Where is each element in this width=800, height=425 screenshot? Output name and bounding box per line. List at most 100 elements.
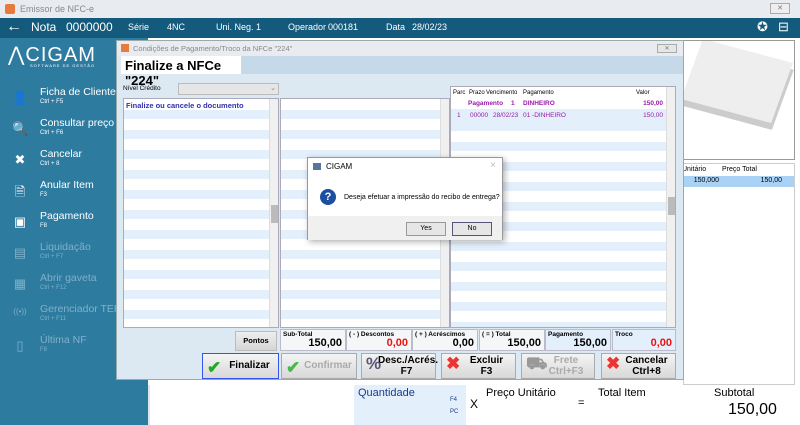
nivel-credito-select[interactable]: ⌄ <box>178 83 279 95</box>
unit-pc: PC <box>450 409 459 415</box>
group-name: DINHEIRO <box>523 100 555 107</box>
grid-header: Parc Prazo Vencimento Pagamento Valor <box>451 87 675 98</box>
list-row <box>124 250 278 260</box>
msgbox-app-icon <box>313 163 321 170</box>
list-row <box>281 300 449 310</box>
list-row <box>451 142 675 152</box>
desc-acres-button[interactable]: % Desc./Acrés. F7 <box>361 353 438 379</box>
list-row <box>451 302 675 312</box>
finalizar-button[interactable]: ✔ Finalizar <box>202 353 279 379</box>
equals-sign: = <box>578 397 585 409</box>
window-settings-icon[interactable]: ⊟ <box>778 19 789 35</box>
receipt-icon: ▯ <box>16 338 24 353</box>
dialog-title: Condições de Pagamento/Troco da NFCe "22… <box>133 44 293 53</box>
sidebar-item-shortcut: Ctrl + F5 <box>40 99 64 105</box>
group-num: 1 <box>511 100 515 107</box>
sidebar-item-shortcut: Ctrl + F7 <box>40 254 64 260</box>
no-button[interactable]: No <box>452 222 492 236</box>
subtotal-label: Subtotal <box>714 387 755 399</box>
x-icon: ✖ <box>446 354 461 373</box>
list-row <box>124 210 278 220</box>
check-icon: ✔ <box>207 358 222 377</box>
list-row <box>451 292 675 302</box>
list-row <box>451 322 675 327</box>
frete-label: Frete <box>553 355 579 366</box>
list-row <box>124 300 278 310</box>
uni-label: Uni. Neg. <box>216 22 254 32</box>
pontos-button[interactable]: Pontos <box>235 331 277 351</box>
sidebar-item-shortcut: Ctrl + 8 <box>40 161 60 167</box>
list-row <box>124 160 278 170</box>
cancelar-button[interactable]: ✖ Cancelar Ctrl+8 <box>601 353 676 379</box>
close-window-button[interactable]: ✕ <box>770 3 790 14</box>
row-venc: 28/02/23 <box>493 112 519 119</box>
scrollbar[interactable] <box>666 87 675 327</box>
list-row <box>124 310 278 320</box>
excluir-label: Excluir <box>469 355 504 366</box>
list-row <box>281 310 449 320</box>
dialog-close-button[interactable]: ✕ <box>657 44 677 53</box>
serie-value: 4NC <box>167 22 186 32</box>
window-title-bar: Emissor de NFC-e <box>0 0 800 18</box>
list-row <box>451 272 675 282</box>
troco-box: Troco 0,00 <box>612 329 676 351</box>
total-label: ( = ) Total <box>482 331 511 338</box>
excluir-button[interactable]: ✖ Excluir F3 <box>441 353 516 379</box>
tab-finalize[interactable]: Finalize a NFCe "224" <box>121 56 241 88</box>
sidebar-item-label: Última NF <box>40 334 87 346</box>
list-row <box>124 140 278 150</box>
list-row <box>451 312 675 322</box>
troco-label: Troco <box>615 331 633 338</box>
drawer-icon: ▦ <box>13 276 27 291</box>
list-row <box>124 280 278 290</box>
window-title: Emissor de NFC-e <box>20 4 95 14</box>
msgbox-text: Deseja efetuar a impressão do recibo de … <box>344 194 500 201</box>
nota-value: 000000000 <box>66 20 113 34</box>
item-unit: 150,000 <box>693 177 719 184</box>
dialog-app-icon <box>121 44 129 52</box>
group-label: Pagamento <box>468 100 504 107</box>
subtotal-box: Sub-Total 150,00 <box>280 329 346 351</box>
col-valor: Valor <box>636 90 650 96</box>
list-row <box>124 270 278 280</box>
list-row <box>124 130 278 140</box>
times-sign: X <box>470 397 479 411</box>
yes-button[interactable]: Yes <box>406 222 446 236</box>
scrollbar[interactable] <box>269 99 278 327</box>
col-total: Preço Total <box>722 166 757 173</box>
tab-band <box>241 56 683 74</box>
quantity-field[interactable]: Quantidade F4 PC <box>354 385 466 425</box>
back-arrow-icon[interactable]: ← <box>6 18 22 36</box>
row-valor: 150,00 <box>643 112 663 119</box>
dialog-title-bar: Condições de Pagamento/Troco da NFCe "22… <box>117 41 683 56</box>
items-row-selected[interactable]: 150,000 150,00 <box>684 176 794 187</box>
list-row <box>124 110 278 120</box>
sidebar-item-shortcut: Ctrl + F6 <box>40 130 64 136</box>
money-icon: ▣ <box>13 214 27 229</box>
list-row <box>124 240 278 250</box>
payment-row[interactable]: 1 00000 28/02/23 01 -DINHEIRO 150,00 <box>451 109 675 122</box>
list-row <box>124 260 278 270</box>
sidebar-item-label: Pagamento <box>40 210 94 222</box>
pagamento-value: 150,00 <box>573 337 607 349</box>
liquidation-icon: ▤ <box>13 245 27 260</box>
list-row <box>451 122 675 132</box>
list-row <box>281 120 449 130</box>
sidebar-item-label: Abrir gaveta <box>40 272 97 284</box>
list-row <box>281 260 449 270</box>
item-total: 150,00 <box>760 177 782 184</box>
list-row <box>124 290 278 300</box>
confirmar-button[interactable]: ✔ Confirmar <box>281 353 357 379</box>
frete-button[interactable]: ⛟ Frete Ctrl+F3 <box>521 353 595 379</box>
list-row <box>451 252 675 262</box>
msgbox-close-icon[interactable]: × <box>490 160 496 171</box>
subtotal-value: 150,00 <box>728 401 777 418</box>
question-icon: ? <box>320 189 336 205</box>
total-value: 150,00 <box>507 337 541 349</box>
favorites-star-icon[interactable]: ✪ <box>757 19 768 35</box>
truck-icon: ⛟ <box>526 354 548 373</box>
list-row <box>281 290 449 300</box>
confirmar-label: Confirmar <box>304 360 352 371</box>
product-image <box>683 40 795 160</box>
check-icon: ✔ <box>286 358 301 377</box>
